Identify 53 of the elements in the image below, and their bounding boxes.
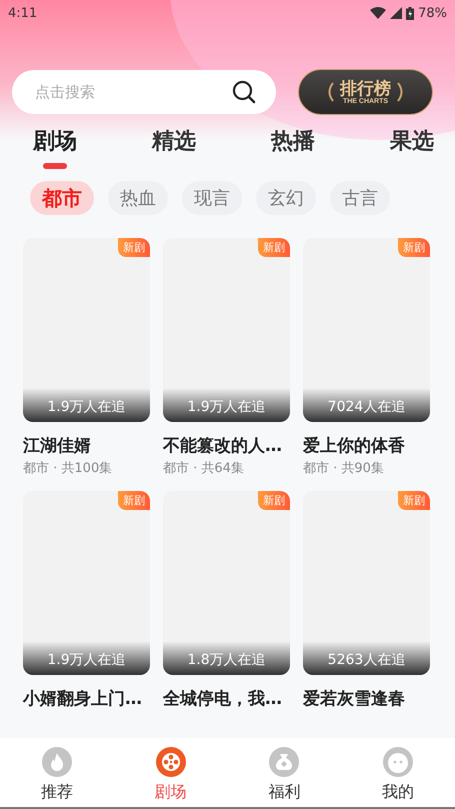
clock-time: 4:11 [8,6,38,20]
follower-count: 1.8万人在追 [187,651,266,669]
drama-cover[interactable]: 新剧 5263人在追 [303,491,430,675]
drama-cover[interactable]: 新剧 1.9万人在追 [23,238,150,422]
new-badge: 新剧 [118,238,150,257]
flame-icon [42,747,72,777]
search-field[interactable]: 点击搜索 [12,70,276,114]
drama-info: 都市 · 共64集 [163,460,245,477]
drama-title: 全城停电，我… [163,688,283,710]
follower-count: 1.9万人在追 [47,398,126,416]
face-icon [383,747,414,777]
tab[interactable]: 精选 [152,127,196,157]
drama-title: 爱上你的体香 [303,435,406,457]
follower-count: 5263人在追 [328,651,406,669]
money-bag-icon [269,747,300,777]
tab-indicator [43,163,67,169]
laurel-icon [397,82,405,102]
drama-title: 小婿翻身上门… [23,688,143,710]
drama-cover[interactable]: 新剧 7024人在追 [303,238,430,422]
new-badge: 新剧 [398,491,430,510]
nav-tab[interactable]: 剧场 [136,738,206,807]
film-reel-icon [156,747,186,777]
drama-info: 都市 · 共100集 [23,460,114,477]
search-icon[interactable] [232,80,256,104]
category-chip[interactable]: 都市 [30,181,94,215]
new-badge: 新剧 [258,238,290,257]
category-chip[interactable]: 热血 [108,181,168,215]
tab[interactable]: 剧场 [33,127,77,157]
category-chip[interactable]: 现言 [182,181,242,215]
drama-cover[interactable]: 新剧 1.9万人在追 [23,491,150,675]
category-chip[interactable]: 玄幻 [256,181,316,215]
follower-count: 7024人在追 [328,398,406,416]
follower-count: 1.9万人在追 [187,398,266,416]
drama-title: 不能篡改的人… [163,435,283,457]
new-badge: 新剧 [258,491,290,510]
tab[interactable]: 热播 [271,127,315,157]
tab[interactable]: 果选 [390,127,434,157]
category-chip[interactable]: 古言 [330,181,390,215]
drama-title: 爱若灰雪逢春 [303,688,406,710]
new-badge: 新剧 [398,238,430,257]
drama-cover[interactable]: 新剧 1.9万人在追 [163,238,290,422]
follower-count: 1.9万人在追 [47,651,126,669]
laurel-icon [326,82,334,102]
battery-level: 78% [418,6,447,20]
nav-tab[interactable]: 推荐 [22,738,92,807]
wifi-icon [370,7,386,19]
new-badge: 新剧 [118,491,150,510]
signal-icon [390,7,402,19]
nav-tab[interactable]: 福利 [249,738,320,807]
drama-cover[interactable]: 新剧 1.8万人在追 [163,491,290,675]
drama-title: 江湖佳婿 [23,435,92,457]
drama-info: 都市 · 共90集 [303,460,385,477]
nav-tab[interactable]: 我的 [363,738,434,807]
